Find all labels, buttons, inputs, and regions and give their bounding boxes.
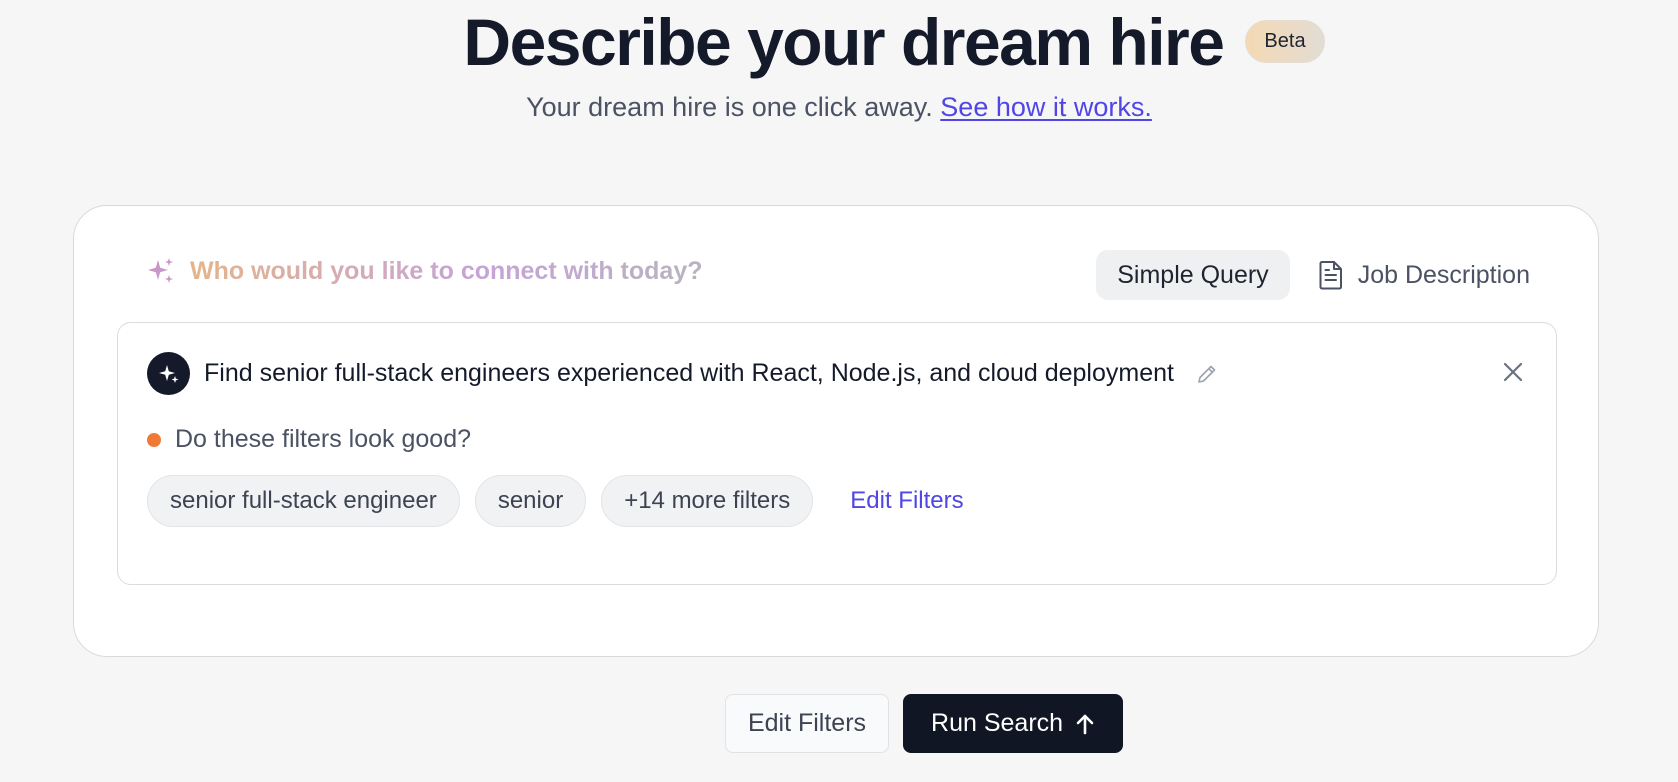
- subtitle: Your dream hire is one click away. See h…: [0, 92, 1678, 123]
- run-search-button[interactable]: Run Search: [903, 694, 1124, 753]
- status-dot: [147, 432, 161, 447]
- filter-chips: senior full-stack engineer senior +14 mo…: [147, 475, 964, 527]
- query-row: Find senior full-stack engineers experie…: [147, 352, 1218, 395]
- pencil-icon[interactable]: [1196, 363, 1218, 385]
- run-search-label: Run Search: [931, 709, 1064, 737]
- close-icon[interactable]: [1502, 361, 1524, 383]
- header: Describe your dream hire Beta: [0, 2, 1678, 82]
- sparkle-icon: [148, 258, 173, 283]
- subtitle-text: Your dream hire is one click away.: [526, 92, 933, 122]
- confirm-question: Do these filters look good?: [175, 425, 472, 453]
- sparkle-icon: [158, 364, 178, 383]
- edit-filters-button[interactable]: Edit Filters: [724, 694, 890, 753]
- actions-inner: Edit Filters Run Search: [724, 694, 1124, 753]
- prompt-text: Who would you like to connect with today…: [190, 256, 703, 285]
- arrow-up-icon: [1076, 714, 1094, 734]
- actions: Edit Filters Run Search: [0, 694, 1678, 753]
- tab-simple-query-label: Simple Query: [1117, 260, 1269, 289]
- ai-avatar: [147, 352, 190, 395]
- query-box: Find senior full-stack engineers experie…: [117, 322, 1557, 585]
- search-card: Who would you like to connect with today…: [73, 205, 1599, 657]
- filter-chip[interactable]: senior: [474, 475, 587, 527]
- tab-job-description-label: Job Description: [1357, 260, 1530, 289]
- page-title: Describe your dream hire: [463, 5, 1225, 79]
- confirm-row: Do these filters look good?: [147, 425, 471, 454]
- document-icon: [1319, 261, 1342, 290]
- see-how-it-works-link[interactable]: See how it works.: [940, 92, 1152, 122]
- prompt-row: Who would you like to connect with today…: [146, 256, 703, 286]
- beta-badge: Beta: [1245, 19, 1325, 63]
- page: Describe your dream hire Beta Your dream…: [0, 0, 1678, 782]
- more-filters-chip[interactable]: +14 more filters: [601, 475, 814, 527]
- query-text: Find senior full-stack engineers experie…: [204, 359, 1174, 387]
- mode-toggle: Simple Query Job Description: [1096, 250, 1540, 300]
- tab-job-description[interactable]: Job Description: [1308, 250, 1540, 300]
- edit-filters-link[interactable]: Edit Filters: [850, 487, 963, 515]
- tab-simple-query[interactable]: Simple Query: [1096, 250, 1290, 300]
- filter-chip[interactable]: senior full-stack engineer: [147, 475, 460, 527]
